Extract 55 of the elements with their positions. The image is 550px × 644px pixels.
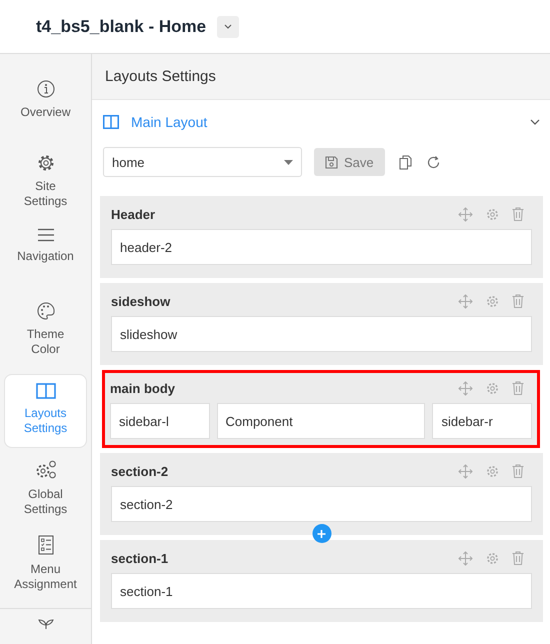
sidebar-item[interactable]: Navigation bbox=[4, 226, 87, 290]
settings-icon[interactable] bbox=[486, 464, 499, 478]
caret-icon bbox=[284, 160, 293, 164]
move-icon[interactable] bbox=[458, 550, 473, 566]
settings-icon bbox=[36, 154, 54, 172]
row-title: Header bbox=[111, 206, 156, 222]
delete-icon[interactable] bbox=[512, 551, 524, 565]
position-block[interactable]: slideshow bbox=[111, 316, 532, 352]
sidebar-item[interactable]: Overview bbox=[4, 78, 87, 142]
plus-icon bbox=[316, 528, 326, 538]
move-icon[interactable] bbox=[458, 294, 473, 308]
delete-icon[interactable] bbox=[512, 294, 524, 308]
save-icon bbox=[325, 156, 338, 168]
settings-icon[interactable] bbox=[486, 208, 499, 220]
position-block[interactable]: sidebar-r bbox=[432, 403, 532, 439]
add-row-button[interactable] bbox=[312, 524, 331, 543]
settings-icon[interactable] bbox=[486, 382, 499, 394]
position-block[interactable]: Component bbox=[216, 403, 426, 439]
position-block[interactable]: header-2 bbox=[111, 229, 532, 265]
menu-icon bbox=[36, 228, 54, 242]
row-title: section-2 bbox=[111, 464, 170, 478]
sidebar-item[interactable]: Menu Assignment bbox=[4, 533, 87, 598]
layout-select[interactable]: home bbox=[103, 147, 302, 177]
palette-icon bbox=[36, 302, 54, 320]
move-icon[interactable] bbox=[458, 206, 473, 222]
gears-icon bbox=[34, 460, 56, 480]
row-title: sideshow bbox=[111, 294, 172, 308]
plant-icon bbox=[36, 619, 56, 629]
sidebar-item[interactable]: Global Settings bbox=[4, 458, 87, 523]
copy-icon[interactable] bbox=[398, 154, 412, 170]
dropdown-button[interactable] bbox=[217, 16, 240, 38]
position-block[interactable]: section-1 bbox=[111, 573, 532, 609]
panel-heading: Layouts Settings bbox=[92, 54, 550, 100]
layout-icon bbox=[36, 383, 56, 399]
section-title: Main Layout bbox=[131, 114, 208, 130]
settings-icon[interactable] bbox=[486, 294, 499, 308]
collapse-icon[interactable] bbox=[530, 119, 540, 125]
checklist-icon bbox=[38, 535, 54, 555]
row-title: main body bbox=[110, 380, 176, 396]
sidebar-item[interactable]: Site Settings bbox=[4, 152, 87, 216]
move-icon[interactable] bbox=[458, 464, 473, 478]
refresh-icon[interactable] bbox=[426, 154, 441, 170]
move-icon[interactable] bbox=[458, 380, 473, 396]
delete-icon[interactable] bbox=[512, 381, 524, 395]
sidebar-item[interactable]: Theme Color bbox=[4, 300, 87, 364]
delete-icon[interactable] bbox=[512, 207, 524, 221]
info-icon bbox=[36, 80, 54, 98]
position-block[interactable]: sidebar-l bbox=[110, 403, 210, 439]
settings-icon[interactable] bbox=[486, 552, 499, 564]
window-title: t4_bs5_blank - Home bbox=[36, 16, 206, 36]
layout-icon bbox=[103, 115, 119, 129]
caret-icon bbox=[224, 24, 232, 29]
row-title: section-1 bbox=[111, 550, 170, 566]
position-block[interactable]: section-2 bbox=[111, 486, 532, 522]
delete-icon[interactable] bbox=[512, 464, 524, 478]
